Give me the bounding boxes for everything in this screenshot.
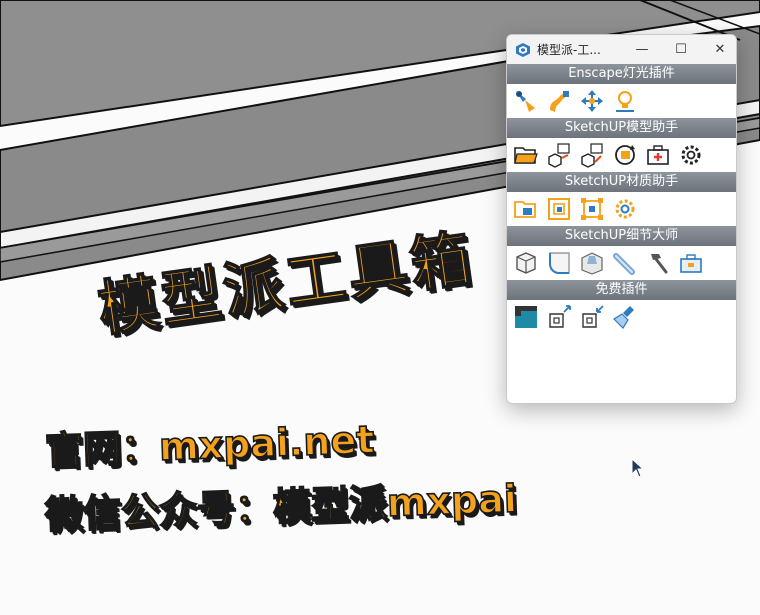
fillet-edge-icon (549, 252, 570, 274)
cleanup-brush-button[interactable] (610, 302, 640, 332)
monitor-icon (515, 306, 537, 328)
material-gear-button[interactable] (610, 194, 640, 224)
mouse-cursor-icon (631, 458, 645, 478)
image-to-model-button[interactable] (544, 140, 574, 170)
move-light-icon (581, 90, 603, 112)
toolbar-detail-master (507, 246, 736, 280)
material-folder-button[interactable] (511, 194, 541, 224)
window-title: 模型派-工... (537, 43, 601, 57)
material-select-icon (581, 198, 603, 220)
toolbar-material-helper (507, 192, 736, 226)
spot-light-icon (516, 91, 535, 112)
toolbar-enscape (507, 84, 736, 118)
strip-light-icon (550, 91, 569, 112)
cleanup-brush-icon (613, 306, 634, 329)
hammer-icon (651, 254, 668, 274)
maximize-button[interactable]: ☐ (658, 35, 704, 64)
refresh-image-icon (615, 145, 635, 165)
move-light-button[interactable] (577, 86, 607, 116)
pipe-icon (613, 253, 635, 275)
close-button[interactable]: ✕ (704, 35, 736, 64)
section-header-material-helper: SketchUP材质助手 (507, 172, 736, 192)
monitor-button[interactable] (511, 302, 541, 332)
open-folder-icon (514, 147, 538, 164)
import-box-icon (582, 305, 604, 328)
spot-light-button[interactable] (511, 86, 541, 116)
material-select-button[interactable] (577, 194, 607, 224)
cube-detail-icon (516, 252, 536, 274)
sketchup-logo-icon (515, 42, 531, 58)
bulb-settings-button[interactable] (610, 86, 640, 116)
toolbar-free-plugins (507, 300, 736, 334)
chamfer-button[interactable] (577, 248, 607, 278)
material-frame-icon (548, 198, 570, 220)
export-box-button[interactable] (544, 302, 574, 332)
import-box-button[interactable] (577, 302, 607, 332)
cube-detail-button[interactable] (511, 248, 541, 278)
open-folder-button[interactable] (511, 140, 541, 170)
plugin-window[interactable]: 模型派-工... — ☐ ✕ Enscape灯光插件 SketchUP模型助手 … (506, 34, 737, 404)
section-header-enscape: Enscape灯光插件 (507, 64, 736, 84)
section-header-detail-master: SketchUP细节大师 (507, 226, 736, 246)
export-box-icon (549, 305, 571, 328)
minimize-button[interactable]: — (626, 35, 658, 64)
detail-toolbox-button[interactable] (676, 248, 706, 278)
material-frame-button[interactable] (544, 194, 574, 224)
material-folder-icon (514, 201, 536, 218)
add-toolbox-icon (647, 145, 669, 165)
pipe-button[interactable] (610, 248, 640, 278)
settings-button[interactable] (676, 140, 706, 170)
section-header-free-plugins: 免费插件 (507, 280, 736, 300)
gear-icon (681, 145, 701, 165)
hammer-button[interactable] (643, 248, 673, 278)
fillet-edge-button[interactable] (544, 248, 574, 278)
section-header-model-helper: SketchUP模型助手 (507, 118, 736, 138)
chamfer-icon (581, 252, 603, 275)
add-toolbox-button[interactable] (643, 140, 673, 170)
toolbar-model-helper (507, 138, 736, 172)
bulb-settings-icon (616, 91, 634, 112)
promo-site: 官网：mxpai.net (44, 417, 376, 474)
material-gear-icon (615, 199, 635, 219)
refresh-image-button[interactable] (610, 140, 640, 170)
strip-light-button[interactable] (544, 86, 574, 116)
image-import-button[interactable] (577, 140, 607, 170)
detail-toolbox-icon (680, 254, 702, 273)
image-to-model-icon (548, 143, 570, 168)
window-titlebar[interactable]: 模型派-工... — ☐ ✕ (507, 35, 736, 64)
image-import-icon (581, 143, 603, 168)
